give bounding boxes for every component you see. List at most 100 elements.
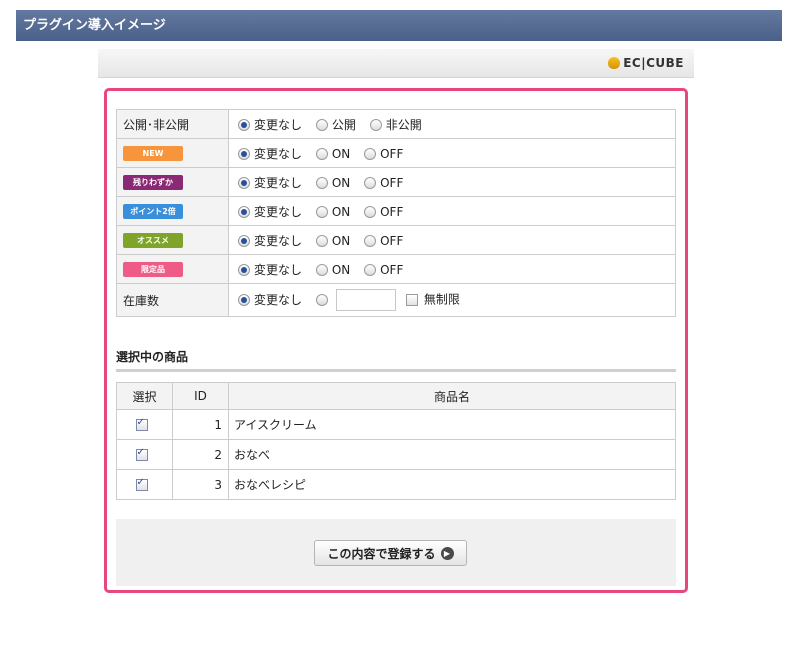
settings-row-new: NEW 変更なし ON OFF [116, 138, 676, 168]
low-stock-options: 変更なし ON OFF [228, 167, 676, 197]
stock-radio-unchanged[interactable] [238, 293, 250, 306]
option-label: ON [331, 262, 351, 277]
settings-row-stock: 在庫数 変更なし 無制限 [116, 283, 676, 317]
option-label: ON [331, 146, 351, 161]
cube-icon [608, 57, 621, 69]
stock-quantity-input[interactable] [335, 289, 396, 311]
settings-row-public: 公開･非公開 変更なし 公開 非公開 [116, 109, 676, 139]
option-label: 変更なし [254, 175, 303, 190]
new-options: 変更なし ON OFF [228, 138, 676, 168]
badge-double-points: ポイント2倍 [123, 204, 183, 219]
badge-cell: 残りわずか [116, 167, 229, 197]
unlimited-label: 無制限 [423, 292, 460, 307]
new-radio-on[interactable] [315, 147, 328, 160]
option-label: 変更なし [254, 204, 303, 219]
submit-label: この内容で登録する [327, 546, 436, 561]
recommend-options: 変更なし ON OFF [228, 225, 676, 255]
option-label: ON [331, 175, 351, 190]
select-checkbox[interactable] [135, 477, 148, 491]
arrow-right-icon: ▶ [440, 546, 454, 560]
select-cell [116, 439, 173, 470]
option-label: ON [331, 204, 351, 219]
stock-label: 在庫数 [116, 283, 229, 317]
public-label: 公開･非公開 [116, 109, 229, 139]
product-id: 2 [172, 439, 229, 470]
settings-row-low-stock: 残りわずか 変更なし ON OFF [116, 167, 676, 197]
product-id: 3 [172, 469, 229, 500]
stock-radio-set[interactable] [315, 293, 328, 306]
badge-new: NEW [123, 146, 183, 161]
limited-radio-off[interactable] [364, 263, 377, 276]
option-label: 変更なし [254, 262, 303, 277]
option-label: 変更なし [254, 292, 303, 307]
select-cell [116, 469, 173, 500]
selected-products-heading: 選択中の商品 [116, 348, 676, 372]
select-cell [116, 409, 173, 440]
product-id: 1 [172, 409, 229, 440]
low-stock-radio-unchanged[interactable] [238, 176, 250, 189]
settings-row-double-points: ポイント2倍 変更なし ON OFF [116, 196, 676, 226]
double-points-radio-on[interactable] [315, 205, 328, 218]
table-row: 1 アイスクリーム [116, 409, 676, 440]
badge-cell: オススメ [116, 225, 229, 255]
table-row: 2 おなべ [116, 439, 676, 470]
page-header: プラグイン導入イメージ [16, 10, 782, 41]
limited-radio-unchanged[interactable] [238, 263, 250, 276]
option-label: OFF [380, 233, 404, 248]
option-label: 非公開 [385, 117, 422, 132]
badge-cell: NEW [116, 138, 229, 168]
recommend-radio-off[interactable] [364, 234, 377, 247]
option-label: OFF [380, 204, 404, 219]
badge-cell: 限定品 [116, 254, 229, 284]
selected-products-table: 選択 ID 商品名 1 アイスクリーム 2 おなべ 3 おなべレシピ [116, 382, 676, 500]
option-label: OFF [380, 175, 404, 190]
badge-limited: 限定品 [123, 262, 183, 277]
logo-bar: EC|CUBE [98, 49, 694, 78]
badge-low-stock: 残りわずか [123, 175, 183, 190]
table-header-row: 選択 ID 商品名 [116, 382, 676, 410]
recommend-radio-unchanged[interactable] [238, 234, 250, 247]
page-title: プラグイン導入イメージ [23, 18, 166, 33]
settings-row-limited: 限定品 変更なし ON OFF [116, 254, 676, 284]
select-checkbox[interactable] [135, 417, 148, 431]
public-radio-private[interactable] [369, 118, 382, 131]
new-radio-off[interactable] [364, 147, 377, 160]
double-points-radio-unchanged[interactable] [238, 205, 250, 218]
badge-recommend: オススメ [123, 233, 183, 248]
public-radio-unchanged[interactable] [238, 118, 250, 131]
option-label: 変更なし [254, 146, 303, 161]
product-name: おなべレシピ [228, 469, 676, 500]
limited-options: 変更なし ON OFF [228, 254, 676, 284]
column-id: ID [172, 382, 229, 410]
low-stock-radio-on[interactable] [315, 176, 328, 189]
limited-radio-on[interactable] [315, 263, 328, 276]
public-options: 変更なし 公開 非公開 [228, 109, 676, 139]
option-label: OFF [380, 262, 404, 277]
eccube-logo: EC|CUBE [608, 55, 684, 71]
table-row: 3 おなべレシピ [116, 469, 676, 500]
bulk-settings-table: 公開･非公開 変更なし 公開 非公開 NEW 変更なし ON OFF 残りわずか… [116, 109, 676, 317]
settings-row-recommend: オススメ 変更なし ON OFF [116, 225, 676, 255]
badge-cell: ポイント2倍 [116, 196, 229, 226]
stock-options: 変更なし 無制限 [228, 283, 676, 317]
new-radio-unchanged[interactable] [238, 147, 250, 160]
option-label: ON [331, 233, 351, 248]
option-label: OFF [380, 146, 404, 161]
submit-button[interactable]: この内容で登録する ▶ [314, 540, 467, 566]
logo-text: EC|CUBE [623, 56, 684, 70]
option-label: 変更なし [254, 117, 303, 132]
option-label: 変更なし [254, 233, 303, 248]
option-label: 公開 [331, 117, 356, 132]
double-points-radio-off[interactable] [364, 205, 377, 218]
select-checkbox[interactable] [135, 447, 148, 461]
unlimited-checkbox[interactable] [405, 293, 418, 306]
product-name: アイスクリーム [228, 409, 676, 440]
column-select: 選択 [116, 382, 173, 410]
low-stock-radio-off[interactable] [364, 176, 377, 189]
double-points-options: 変更なし ON OFF [228, 196, 676, 226]
recommend-radio-on[interactable] [315, 234, 328, 247]
product-name: おなべ [228, 439, 676, 470]
public-radio-public[interactable] [315, 118, 328, 131]
column-product-name: 商品名 [228, 382, 676, 410]
form-footer: この内容で登録する ▶ [116, 519, 676, 586]
